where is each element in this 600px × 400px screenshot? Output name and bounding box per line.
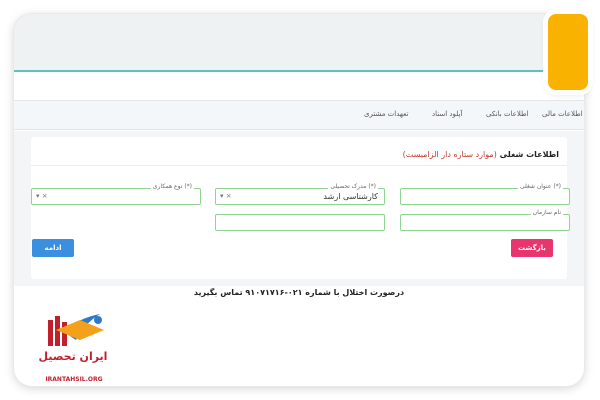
- orange-side-tab: [548, 14, 588, 90]
- section-title: اطلاعات شغلی (موارد ستاره دار الزامیست): [403, 150, 559, 159]
- employment-type-label: نوع همکاری (*): [150, 183, 194, 190]
- continue-button[interactable]: ادامه: [32, 239, 74, 257]
- irantahsil-logo: ایران تحصیل IRANTAHSIL.ORG: [34, 310, 118, 386]
- education-value: کارشناسی ارشد: [323, 192, 378, 201]
- tab-upload-documents[interactable]: آپلود اسناد: [432, 110, 462, 118]
- extra-field[interactable]: [215, 214, 385, 231]
- organization-label: نام سازمان: [530, 209, 563, 216]
- education-controls: ▾ ×: [220, 192, 232, 200]
- divider: [31, 165, 567, 166]
- tab-bar: اطلاعات مالی اطلاعات بانکی آپلود اسناد ت…: [14, 100, 584, 130]
- clear-icon[interactable]: ×: [226, 192, 232, 200]
- header-spacer: [14, 74, 584, 100]
- chevron-down-icon[interactable]: ▾: [220, 192, 224, 200]
- logo-persian-text: ایران تحصیل: [38, 350, 108, 363]
- job-info-card: اطلاعات شغلی (موارد ستاره دار الزامیست): [31, 137, 567, 279]
- education-label: مدرک تحصیلی (*): [328, 183, 378, 190]
- required-note: (موارد ستاره دار الزامیست): [402, 150, 497, 159]
- back-button[interactable]: بازگشت: [511, 239, 553, 257]
- tab-financial-info[interactable]: اطلاعات مالی: [542, 110, 583, 118]
- logo-emblem: [48, 314, 104, 346]
- chevron-down-icon[interactable]: ▾: [36, 192, 40, 200]
- form-area: اطلاعات شغلی (موارد ستاره دار الزامیست): [14, 131, 584, 286]
- job-title-field[interactable]: عنوان شغلی (*): [400, 183, 570, 205]
- logo-url-text: IRANTAHSIL.ORG: [45, 376, 103, 383]
- job-title-label: عنوان شغلی (*): [518, 183, 563, 190]
- education-select[interactable]: مدرک تحصیلی (*) کارشناسی ارشد ▾ ×: [215, 183, 385, 205]
- tab-customer-obligations[interactable]: تعهدات مشتری: [364, 110, 408, 118]
- app-window: اطلاعات مالی اطلاعات بانکی آپلود اسناد ت…: [14, 14, 584, 386]
- clear-icon[interactable]: ×: [42, 192, 48, 200]
- header-band: [14, 14, 584, 72]
- employment-type-controls: ▾ ×: [36, 192, 48, 200]
- section-title-text: اطلاعات شغلی: [499, 150, 559, 159]
- tab-bank-info[interactable]: اطلاعات بانکی: [486, 110, 529, 118]
- employment-type-select[interactable]: نوع همکاری (*) ▾ ×: [31, 183, 201, 205]
- organization-field[interactable]: نام سازمان: [400, 209, 570, 231]
- support-notice: درصورت اختلال با شماره ۰۲۱-۹۱۰۷۱۷۱۶ تماس…: [193, 288, 405, 297]
